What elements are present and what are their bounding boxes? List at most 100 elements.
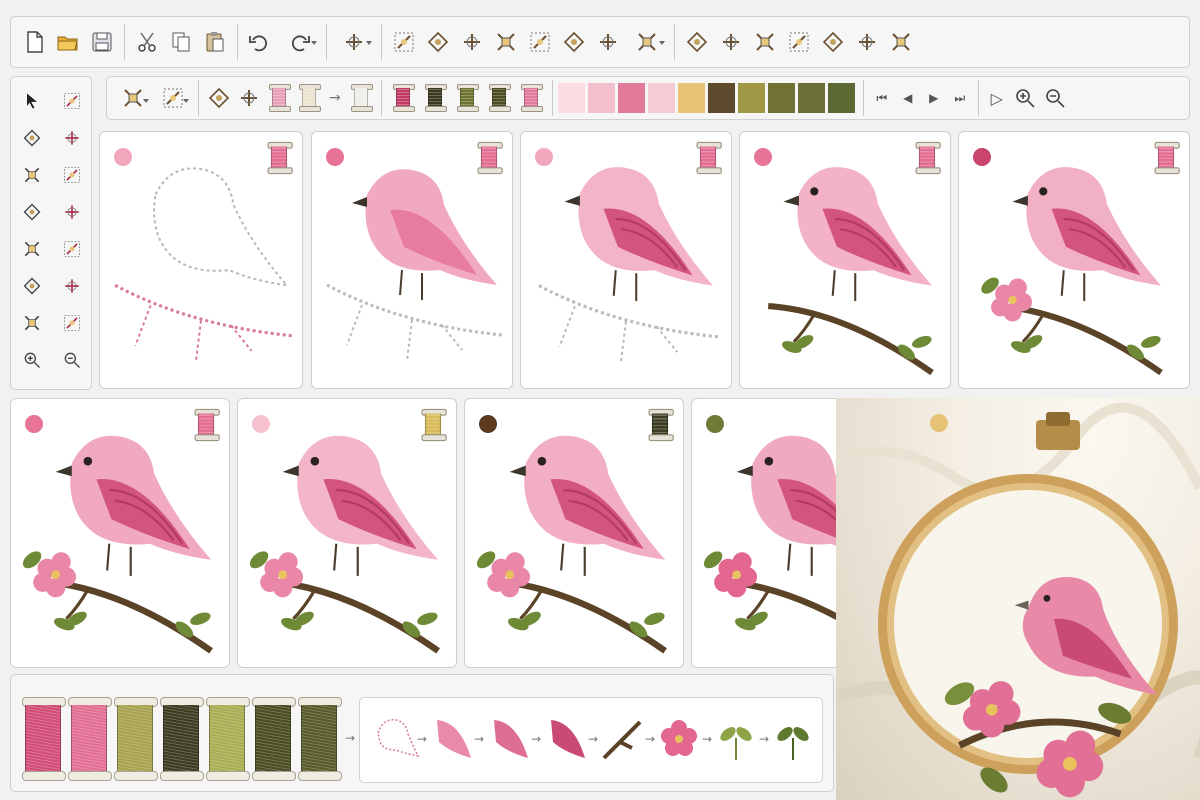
thread-spool-icon[interactable]: [421, 408, 447, 442]
stitch-step-card[interactable]: [958, 131, 1190, 389]
paste-button[interactable]: [198, 22, 232, 62]
sequence-step-branch[interactable]: [596, 708, 648, 770]
sequence-step-leaf-light[interactable]: [710, 708, 762, 770]
color-swatch[interactable]: [737, 83, 765, 113]
lasso-tool-button[interactable]: [15, 305, 49, 341]
copy-button[interactable]: [164, 22, 198, 62]
layout-tool-6-button[interactable]: [850, 22, 884, 62]
color-swatch[interactable]: [677, 83, 705, 113]
stitch-step-card[interactable]: [10, 398, 230, 668]
sequence-step-wing-dark[interactable]: [539, 708, 591, 770]
color-swatch[interactable]: [587, 83, 615, 113]
color-swatch[interactable]: [827, 83, 855, 113]
node-tool-button[interactable]: [55, 268, 89, 304]
resize-tool-button[interactable]: [55, 305, 89, 341]
zoom-in-button[interactable]: [1010, 80, 1040, 116]
layout-tool-5-button[interactable]: [816, 22, 850, 62]
palette-thread-spool[interactable]: [114, 697, 158, 781]
leaf-shape-button[interactable]: [55, 194, 89, 230]
layout-tool-1-button[interactable]: [680, 22, 714, 62]
undo-button[interactable]: [243, 22, 277, 62]
zoom-fit-button[interactable]: [1040, 80, 1070, 116]
color-swatch[interactable]: [617, 83, 645, 113]
trace-button[interactable]: [204, 80, 234, 116]
stitch-tool-2-button[interactable]: [421, 22, 455, 62]
stitch-step-card[interactable]: [311, 131, 513, 389]
select-arrow-button[interactable]: [15, 83, 49, 119]
thread-spool-icon[interactable]: [269, 84, 291, 112]
color-swatch[interactable]: [647, 83, 675, 113]
stitch-step-card[interactable]: [237, 398, 457, 668]
layout-tool-3-button[interactable]: [748, 22, 782, 62]
stitch-simulator-button[interactable]: [332, 22, 376, 62]
thread-spool-icon[interactable]: [456, 84, 479, 112]
thread-spool-icon[interactable]: [915, 141, 941, 175]
thread-spool-icon[interactable]: [299, 84, 321, 112]
layout-tool-7-button[interactable]: [884, 22, 918, 62]
color-swatch[interactable]: [557, 83, 585, 113]
play-button[interactable]: ▷: [984, 80, 1010, 116]
thread-spool-icon[interactable]: [392, 84, 415, 112]
cut-button[interactable]: [130, 22, 164, 62]
open-folder-button[interactable]: [51, 22, 85, 62]
layout-tool-2-button[interactable]: [714, 22, 748, 62]
thread-spool-icon[interactable]: [488, 84, 511, 112]
color-swatch[interactable]: [707, 83, 735, 113]
grid-button[interactable]: [153, 80, 193, 116]
stitch-tool-4-button[interactable]: [489, 22, 523, 62]
thread-slot[interactable]: [488, 84, 511, 112]
curve-tool-button[interactable]: [15, 157, 49, 193]
fill-tool-button[interactable]: [15, 268, 49, 304]
color-swatch[interactable]: [797, 83, 825, 113]
thread-slot[interactable]: [299, 84, 321, 112]
needle-button[interactable]: [234, 80, 264, 116]
thread-slot[interactable]: [269, 84, 291, 112]
thread-spool-icon[interactable]: [350, 84, 373, 112]
new-file-button[interactable]: [17, 22, 51, 62]
thread-slot[interactable]: [424, 84, 447, 112]
sequence-step-outline[interactable]: [368, 708, 420, 770]
sequence-step-leaf-dark[interactable]: [767, 708, 819, 770]
stitch-tool-3-button[interactable]: [455, 22, 489, 62]
zoom-fit-button[interactable]: [55, 342, 89, 378]
import-button[interactable]: [113, 80, 153, 116]
last-frame-button[interactable]: ⏭: [947, 80, 973, 116]
stitch-tool-5-button[interactable]: [523, 22, 557, 62]
stitch-tool-7-button[interactable]: [591, 22, 625, 62]
frame-tool-button[interactable]: [15, 231, 49, 267]
thread-spool-icon[interactable]: [194, 408, 220, 442]
first-frame-button[interactable]: ⏮: [869, 80, 895, 116]
stitch-step-card[interactable]: [464, 398, 684, 668]
palette-thread-spool[interactable]: [160, 697, 204, 781]
layout-tool-4-button[interactable]: [782, 22, 816, 62]
next-frame-button[interactable]: ▶: [921, 80, 947, 116]
save-button[interactable]: [85, 22, 119, 62]
palette-thread-spool[interactable]: [206, 697, 250, 781]
transform-tool-button[interactable]: [55, 231, 89, 267]
magic-wand-button[interactable]: [55, 83, 89, 119]
thread-spool-icon[interactable]: [424, 84, 447, 112]
prev-frame-button[interactable]: ◀: [895, 80, 921, 116]
palette-thread-spool[interactable]: [298, 697, 342, 781]
stitch-step-card[interactable]: [99, 131, 303, 389]
stitch-tool-6-button[interactable]: [557, 22, 591, 62]
stitch-tool-1-button[interactable]: [387, 22, 421, 62]
thread-slot[interactable]: [456, 84, 479, 112]
thread-spool-icon[interactable]: [648, 408, 674, 442]
zoom-in-button[interactable]: [15, 342, 49, 378]
palette-thread-spool[interactable]: [22, 697, 66, 781]
eyedropper-button[interactable]: [55, 120, 89, 156]
sequence-step-wing-mid[interactable]: [482, 708, 534, 770]
thread-spool-icon[interactable]: [1154, 141, 1180, 175]
sequence-step-wing-light[interactable]: [425, 708, 477, 770]
palette-thread-spool[interactable]: [252, 697, 296, 781]
color-swatch[interactable]: [767, 83, 795, 113]
gauge-tool-button[interactable]: [55, 157, 89, 193]
redo-button[interactable]: [277, 22, 321, 62]
thread-slot[interactable]: [350, 84, 373, 112]
thread-spool-icon[interactable]: [477, 141, 503, 175]
stitch-step-card[interactable]: [739, 131, 951, 389]
stitch-tool-8-button[interactable]: [625, 22, 669, 62]
thread-spool-icon[interactable]: [520, 84, 543, 112]
zoom-region-button[interactable]: [15, 194, 49, 230]
